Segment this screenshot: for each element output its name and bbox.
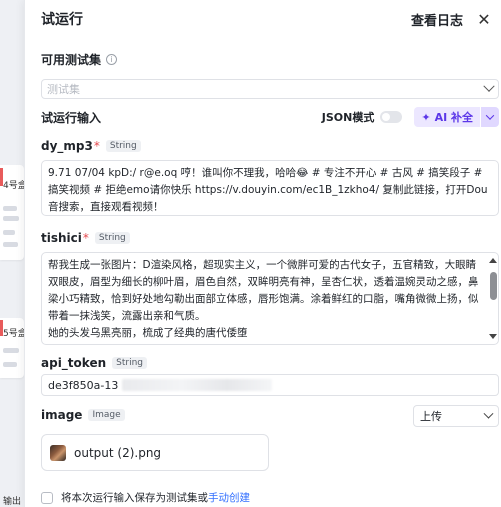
test-run-panel: 试运行 查看日志 ✕ 可用测试集 i 测试集 试运行输入 JSON模式 ✦ AI…	[24, 0, 501, 507]
required-marker: *	[82, 231, 89, 245]
type-badge: String	[94, 232, 130, 244]
uploaded-file-card[interactable]: output (2).png	[41, 434, 269, 471]
canvas-background: 4号盒 5号盒 输出	[0, 0, 24, 507]
canvas-node-line	[3, 362, 17, 367]
tishici-textarea[interactable]: 帮我生成一张图片：D渲染风格，超现实主义，一个微胖可爱的古代女子，五官精致，大眼…	[41, 252, 499, 345]
chevron-down-icon	[483, 408, 494, 419]
upload-mode-select[interactable]: 上传	[413, 405, 499, 427]
api-token-value: de3f850a-13	[48, 378, 119, 392]
canvas-node-line	[3, 216, 19, 221]
field-label-dy-mp3: dy_mp3 * String	[41, 139, 141, 153]
field-name: api_token	[41, 356, 107, 370]
field-name: tishici	[41, 231, 82, 245]
ai-complete-button[interactable]: ✦ AI 补全	[414, 107, 480, 127]
sparkle-icon: ✦	[421, 110, 431, 124]
panel-title: 试运行	[41, 12, 83, 28]
json-mode-toggle[interactable]	[380, 111, 403, 123]
run-input-label: 试运行输入	[41, 110, 102, 125]
close-icon[interactable]: ✕	[477, 10, 491, 29]
ai-complete-dropdown[interactable]	[481, 107, 499, 127]
view-log-button[interactable]: 查看日志	[411, 10, 463, 29]
type-badge: String	[105, 140, 141, 152]
chevron-down-icon	[483, 80, 495, 92]
required-marker: *	[93, 139, 100, 153]
save-testset-checkbox[interactable]	[41, 491, 53, 504]
save-as-testset-row: 将本次运行输入保存为测试集或 手动创建	[41, 490, 250, 505]
canvas-node-label: 5号盒	[3, 329, 24, 339]
canvas-node-label: 4号盒	[3, 181, 24, 191]
tishici-line: 她的头发乌黑亮丽，梳成了经典的唐代倭堕	[48, 327, 248, 339]
field-label-image: image Image	[41, 408, 125, 422]
image-thumbnail	[50, 444, 66, 461]
field-label-api-token: api_token String	[41, 356, 147, 370]
type-badge: String	[112, 357, 147, 369]
run-input-header: 试运行输入 JSON模式 ✦ AI 补全	[41, 106, 499, 128]
upload-mode-value: 上传	[420, 410, 442, 423]
canvas-node-line	[3, 230, 15, 235]
canvas-node-line	[3, 348, 19, 353]
test-set-placeholder: 测试集	[47, 83, 80, 96]
scrollbar-thumb[interactable]	[490, 272, 497, 300]
field-name: dy_mp3	[41, 139, 93, 153]
tishici-line: 帮我生成一张图片：D渲染风格，超现实主义，一个微胖可爱的古代女子，五官精致，大眼…	[48, 259, 479, 322]
test-set-label-row: 可用测试集 i	[41, 51, 118, 68]
save-testset-text: 将本次运行输入保存为测试集或	[61, 492, 208, 504]
field-label-tishici: tishici * String	[41, 231, 130, 245]
dy-mp3-textarea[interactable]: 9.71 07/04 kpD:/ r@e.oq 哼！谁叫你不理我，哈哈😂 # 专…	[41, 160, 499, 216]
redacted-blur	[122, 379, 273, 391]
scroll-down-arrow[interactable]	[489, 334, 497, 339]
manual-create-link[interactable]: 手动创建	[208, 490, 250, 505]
json-mode-label: JSON模式	[321, 111, 375, 124]
field-name: image	[41, 408, 83, 422]
type-badge: Image	[88, 409, 125, 421]
test-set-label: 可用测试集	[41, 53, 102, 67]
test-set-select[interactable]: 测试集	[41, 79, 499, 99]
api-token-input[interactable]: de3f850a-13	[41, 374, 499, 396]
scroll-up-arrow[interactable]	[489, 258, 497, 263]
panel-header: 试运行 查看日志 ✕	[41, 9, 491, 29]
info-icon[interactable]: i	[106, 54, 118, 65]
canvas-node-line	[3, 206, 17, 211]
canvas-node-line	[3, 242, 18, 247]
canvas-node-label: 输出	[3, 497, 22, 507]
file-name: output (2).png	[74, 445, 162, 460]
ai-complete-label: AI 补全	[434, 111, 473, 124]
chevron-down-icon	[485, 111, 495, 120]
